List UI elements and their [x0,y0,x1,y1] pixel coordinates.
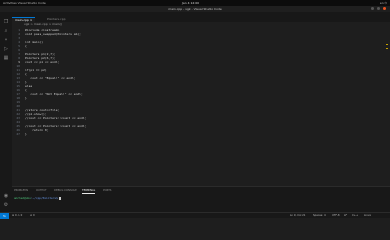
status-cursor-position[interactable]: Ln 9, Col 21 [290,213,305,218]
manage-gear-icon[interactable]: ⚙ [3,202,9,208]
status-eol[interactable]: LF [344,213,347,218]
code-line[interactable]: 27} [12,132,390,136]
terminal-cursor [59,196,61,200]
maximize-icon[interactable] [377,7,380,10]
source-control-icon[interactable]: ⑂ [3,37,9,43]
status-encoding[interactable]: UTF-8 [332,213,340,218]
terminal-prompt[interactable]: amrhed@ubu:~/cpp/Pointers$ [14,196,61,200]
code-editor[interactable]: 1 #include <iostream> 2 void pass_swapped(P… [12,28,390,136]
editor-tabs: main.cpp × Pointers.cpp [12,17,390,22]
remote-indicator-icon[interactable]: ⇆ [0,213,9,219]
status-language[interactable]: C++ [352,213,358,218]
panel-tab-debug-console[interactable]: DEBUG CONSOLE [54,189,77,193]
terminal-path: :~/cpp/Pointers$ [30,196,58,200]
account-icon[interactable]: ◉ [3,193,9,199]
activity-bar: ❐ ⌕ ⑂ ▷ ▦ ◉ ⚙ [0,17,12,212]
status-bar: ⇆ ⊗ 0 ⚠ 0 ⊘ 0 Ln 9, Col 21 Spaces: 4 UTF… [0,212,390,219]
extensions-icon[interactable]: ▦ [3,55,9,61]
close-icon[interactable] [383,7,386,10]
terminal-user: amrhed@ubu [14,196,31,200]
run-debug-icon[interactable]: ▷ [3,46,9,52]
panel-tab-terminal[interactable]: TERMINAL [82,189,96,194]
breadcrumb[interactable]: vgk > main.cpp > main() [24,22,62,26]
line-number: 27 [16,132,20,136]
code-text[interactable]: } [25,132,27,136]
panel-tab-output[interactable]: OUTPUT [36,189,47,193]
scrollbar-marker[interactable] [386,44,388,45]
status-indentation[interactable]: Spaces: 4 [313,213,326,218]
status-ports[interactable]: ⊘ 0 [30,213,35,218]
editor-area: main.cpp × Pointers.cpp vgk > main.cpp >… [12,17,390,186]
bottom-panel: PROBLEMS OUTPUT DEBUG CONSOLE TERMINAL P… [12,186,390,213]
status-platform[interactable]: Linux [364,213,371,218]
minimize-icon[interactable] [371,7,374,10]
panel-tab-ports[interactable]: PORTS [103,189,111,193]
explorer-icon[interactable]: ❐ [3,19,9,25]
panel-tab-problems[interactable]: PROBLEMS [14,189,28,193]
search-icon[interactable]: ⌕ [3,28,9,34]
scrollbar-marker[interactable] [386,48,388,49]
status-problems[interactable]: ⊗ 0 ⚠ 0 [12,213,22,218]
